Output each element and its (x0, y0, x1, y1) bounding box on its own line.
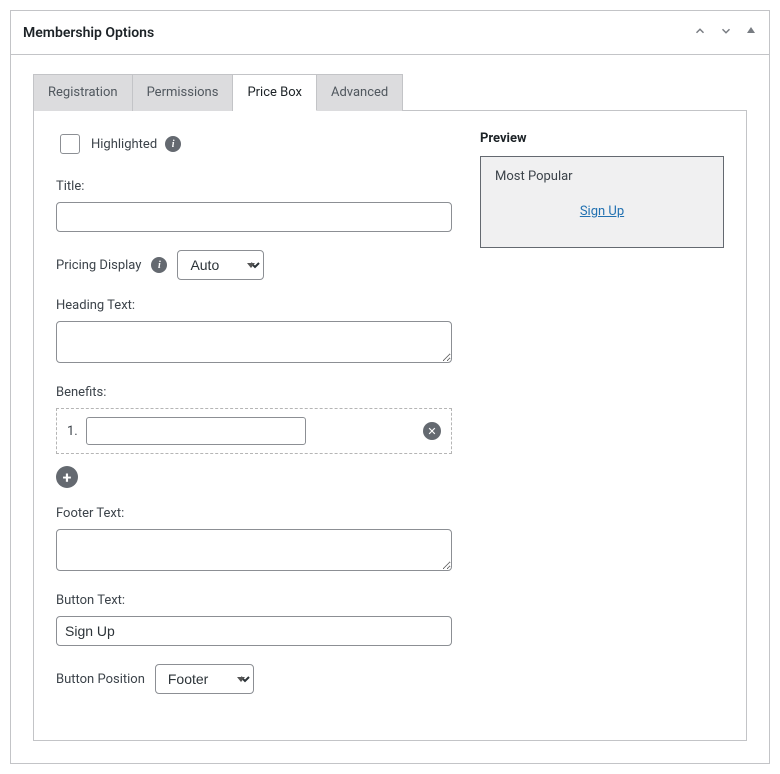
membership-options-panel: Membership Options Registration Permissi… (10, 10, 770, 764)
button-text-label: Button Text: (56, 593, 452, 608)
panel-title: Membership Options (23, 25, 154, 41)
heading-text-label: Heading Text: (56, 298, 452, 313)
highlighted-field: Highlighted i (56, 131, 452, 157)
tab-registration[interactable]: Registration (33, 74, 133, 111)
panel-handle-actions (693, 24, 757, 42)
remove-benefit-icon[interactable]: ✕ (423, 422, 441, 440)
benefit-number: 1. (67, 424, 78, 439)
benefit-row: 1. ✕ (56, 408, 452, 454)
tab-permissions[interactable]: Permissions (133, 74, 234, 111)
panel-body: Registration Permissions Price Box Advan… (11, 55, 769, 763)
preview-column: Preview Most Popular Sign Up (480, 131, 724, 712)
preview-heading: Preview (480, 131, 724, 146)
move-down-icon[interactable] (719, 24, 733, 42)
benefits-field: Benefits: 1. ✕ + (56, 385, 452, 488)
tab-price-box[interactable]: Price Box (233, 74, 317, 111)
footer-text-input[interactable] (56, 529, 452, 571)
benefit-input[interactable] (86, 417, 306, 445)
footer-text-label: Footer Text: (56, 506, 452, 521)
highlighted-checkbox[interactable] (60, 134, 80, 154)
footer-text-field: Footer Text: (56, 506, 452, 575)
benefits-label: Benefits: (56, 385, 452, 400)
tab-advanced[interactable]: Advanced (317, 74, 403, 111)
pricing-display-select[interactable]: Auto (177, 250, 264, 280)
tab-content-price-box: Highlighted i Title: Pricing Display i A… (33, 110, 747, 741)
highlighted-label: Highlighted (91, 137, 157, 152)
preview-title-text: Most Popular (495, 169, 709, 184)
pricing-display-field: Pricing Display i Auto (56, 250, 452, 280)
move-up-icon[interactable] (693, 24, 707, 42)
preview-button-wrap: Sign Up (495, 204, 709, 219)
toggle-panel-icon[interactable] (745, 24, 757, 42)
button-text-input[interactable] (56, 616, 452, 646)
button-position-field: Button Position Footer (56, 664, 452, 694)
preview-signup-link[interactable]: Sign Up (580, 204, 624, 219)
add-benefit-icon[interactable]: + (56, 466, 78, 488)
pricing-display-label: Pricing Display (56, 258, 141, 273)
heading-text-field: Heading Text: (56, 298, 452, 367)
button-position-select[interactable]: Footer (155, 664, 254, 694)
panel-header: Membership Options (11, 11, 769, 55)
heading-text-input[interactable] (56, 321, 452, 363)
info-icon[interactable]: i (151, 257, 167, 273)
title-field: Title: (56, 179, 452, 232)
title-input[interactable] (56, 202, 452, 232)
form-column: Highlighted i Title: Pricing Display i A… (56, 131, 452, 712)
tabs: Registration Permissions Price Box Advan… (33, 73, 747, 110)
button-position-label: Button Position (56, 672, 145, 687)
title-label: Title: (56, 179, 452, 194)
preview-box: Most Popular Sign Up (480, 156, 724, 248)
button-text-field: Button Text: (56, 593, 452, 646)
info-icon[interactable]: i (165, 136, 181, 152)
